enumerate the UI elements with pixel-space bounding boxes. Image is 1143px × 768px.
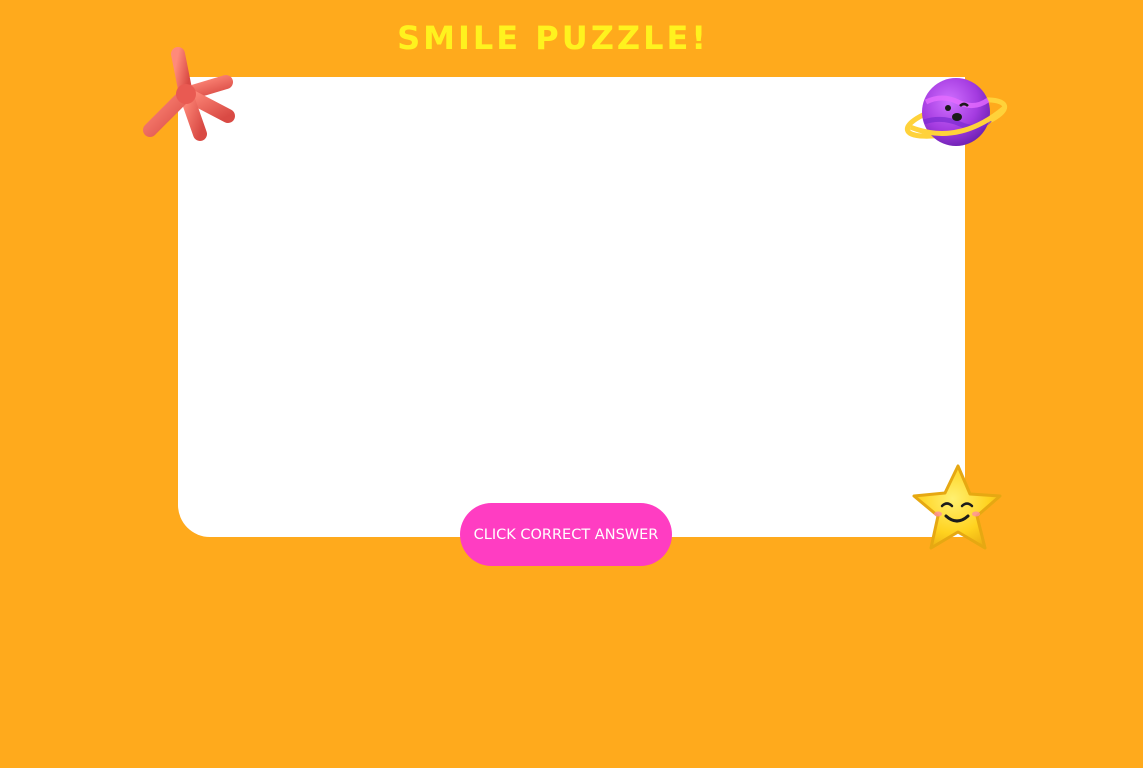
smiling-star-icon [908, 462, 1004, 556]
click-correct-answer-button[interactable]: CLICK CORRECT ANSWER [460, 503, 672, 566]
asterisk-icon [140, 46, 240, 142]
puzzle-board [178, 77, 965, 537]
planet-icon [902, 72, 1010, 156]
